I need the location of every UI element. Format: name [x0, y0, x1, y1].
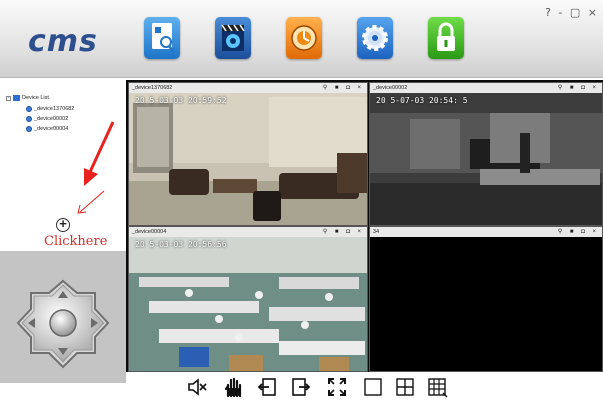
video-cell-titlebar: _device1370682 ⚲ ■ ◘ × — [129, 83, 367, 93]
ptz-center-button[interactable] — [49, 309, 77, 337]
ptz-panel — [0, 251, 126, 383]
video-timestamp: 20 5-03-03 20:56:56 — [135, 240, 227, 249]
device-manager-icon[interactable] — [144, 17, 180, 59]
fullscreen-icon[interactable] — [326, 376, 348, 398]
remote-playback-icon[interactable] — [286, 17, 322, 59]
video-cell-buttons[interactable]: ⚲ ■ ◘ × — [558, 83, 599, 93]
click-here-label: Clickhere — [44, 234, 108, 249]
video-timestamp: 20 5-07-03 20:54: 5 — [376, 96, 468, 105]
add-device-button[interactable]: + — [56, 217, 70, 232]
settings-icon[interactable] — [357, 17, 393, 59]
video-cell-3[interactable]: _device00004 ⚲ ■ ◘ × 20 5-03-03 20:56:56 — [128, 226, 368, 372]
multi-view-icon[interactable] — [426, 376, 448, 398]
video-cell-1[interactable]: _device1370682 ⚲ ■ ◘ × 20 5-03-03 20:59:… — [128, 82, 368, 226]
window-controls[interactable]: ? - ▢ × — [545, 6, 599, 19]
previous-page-icon[interactable] — [256, 376, 278, 398]
video-cell-buttons[interactable]: ⚲ ■ ◘ × — [323, 227, 364, 237]
big-arrow-icon — [88, 121, 115, 173]
video-cell-2[interactable]: _device00002 ⚲ ■ ◘ × 20 5-07-03 20:54: 5 — [369, 82, 603, 226]
camera-feed-image — [129, 93, 367, 225]
video-cell-titlebar: _device00004 ⚲ ■ ◘ × — [129, 227, 367, 237]
single-view-icon[interactable] — [362, 376, 384, 398]
recording-icon[interactable] — [215, 17, 251, 59]
hand-icon[interactable] — [222, 376, 244, 398]
camera-feed-image — [129, 237, 367, 371]
video-cell-4[interactable]: 34 ⚲ ■ ◘ × — [369, 226, 603, 372]
video-cell-buttons[interactable]: ⚲ ■ ◘ × — [323, 83, 364, 93]
video-grid: _device1370682 ⚲ ■ ◘ × 20 5-03-03 20:59:… — [126, 80, 603, 372]
camera-feed-image — [370, 93, 602, 225]
video-cell-title: 34 — [373, 229, 380, 235]
bottom-toolbar — [126, 372, 603, 401]
video-cell-titlebar: _device00002 ⚲ ■ ◘ × — [370, 83, 602, 93]
next-page-icon[interactable] — [290, 376, 312, 398]
quad-view-icon[interactable] — [394, 376, 416, 398]
lock-icon[interactable] — [428, 17, 464, 59]
video-cell-title: _device00004 — [132, 229, 167, 235]
video-cell-titlebar: 34 ⚲ ■ ◘ × — [370, 227, 602, 237]
video-cell-title: _device1370682 — [132, 85, 173, 91]
mute-icon[interactable] — [186, 376, 208, 398]
video-cell-title: _device00002 — [373, 85, 408, 91]
small-arrow-icon — [79, 190, 105, 213]
annotation-arrows — [77, 121, 115, 214]
video-cell-buttons[interactable]: ⚲ ■ ◘ × — [558, 227, 599, 237]
video-timestamp: 20 5-03-03 20:59:52 — [135, 96, 227, 105]
